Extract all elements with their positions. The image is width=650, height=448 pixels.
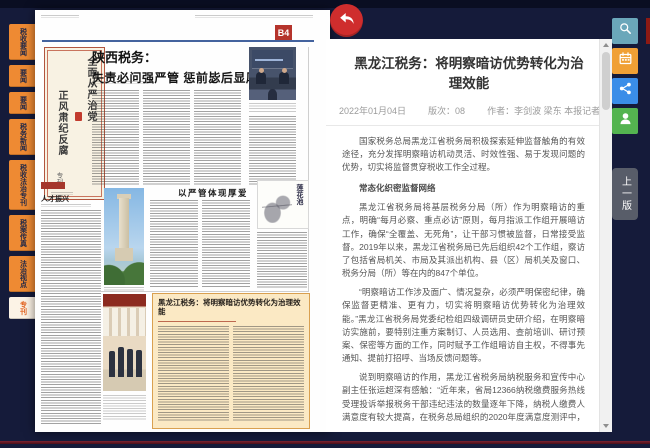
toolbar-rail: [612, 18, 638, 138]
exhibition-caption: [103, 395, 146, 421]
previous-page-button[interactable]: 上一版: [612, 168, 638, 220]
bottom-accent-line: [0, 441, 650, 444]
photo-screen-text: [255, 59, 283, 61]
tab-tax-case-fax[interactable]: 税案传真: [9, 215, 37, 251]
lotus-caption: 莲花池: [295, 184, 305, 205]
calendar-icon: [618, 51, 633, 71]
article-meta: 2022年01月04日 版次：08 作者：李剑波 梁东 本报记者 王刊: [339, 104, 612, 117]
scroll-down-arrow-icon[interactable]: [603, 424, 609, 428]
meta-divider: [326, 125, 599, 126]
lead-text-col-3: [194, 90, 241, 186]
lotus-artwork: [262, 189, 292, 223]
scroll-up-arrow-icon[interactable]: [603, 43, 609, 47]
masthead-microtext-left: [41, 15, 79, 18]
page-number-badge: B4: [275, 25, 292, 40]
monument-photo: [104, 188, 144, 285]
lead-article-byline: [92, 81, 154, 84]
exhibition-person-4: [136, 350, 142, 377]
tab-tax-news[interactable]: 税务新闻: [9, 119, 37, 155]
paragraph: 说到明察暗访的作用，黑龙江省税务局纳税服务和宣传中心副主任张运超深有感触：“近年…: [342, 371, 585, 422]
search-button[interactable]: [612, 18, 638, 44]
column-rule: [308, 47, 309, 292]
article-reader-panel: 黑龙江税务：将明察暗访优势转化为治理效能 2022年01月04日 版次：08 作…: [326, 39, 612, 432]
masthead-microtext-right: [195, 15, 313, 18]
highlighted-article-block[interactable]: 黑龙江税务：将明察暗访优势转化为治理效能: [152, 293, 310, 429]
top-band: [0, 0, 650, 8]
monument-column: [119, 198, 129, 250]
highlighted-article-title: 黑龙江税务：将明察暗访优势转化为治理效能: [158, 298, 304, 317]
highlighted-article-byline: [158, 321, 236, 324]
lead-text-col-2: [143, 90, 190, 186]
photo-caption: [249, 103, 296, 112]
tab-law-viewpoint[interactable]: 法治视点: [9, 256, 37, 292]
left-article-subline: [41, 204, 91, 207]
banner-seal: [75, 112, 82, 121]
right-text-col: [257, 232, 307, 288]
photo-person-foreground: [268, 89, 277, 100]
article-edition: 版次：08: [428, 104, 465, 117]
article-title: 黑龙江税务：将明察暗访优势转化为治理效能: [348, 54, 590, 95]
section-rule: [99, 291, 308, 292]
photo-person-left: [256, 72, 266, 84]
photo-person-right: [279, 72, 289, 84]
article-author: 作者：李剑波 梁东 本报记者 王刊: [487, 104, 612, 117]
lotus-ink-painting: 莲花池: [257, 180, 309, 229]
tab-tax-headlines[interactable]: 税收要闻: [9, 24, 37, 60]
share-button[interactable]: [612, 78, 638, 104]
exhibition-person-2: [118, 347, 124, 377]
exhibition-person-1: [109, 351, 115, 377]
monument-trees: [104, 259, 144, 285]
calendar-button[interactable]: [612, 48, 638, 74]
back-arrow-icon: [337, 9, 356, 33]
exhibition-photo: [103, 294, 146, 391]
exhibition-person-3: [127, 349, 133, 377]
article-date: 2022年01月04日: [339, 104, 406, 117]
tab-special-edition-active[interactable]: 专刊: [9, 297, 37, 319]
lead-text-col-1: [92, 90, 139, 186]
mid-text-col-1: [150, 200, 198, 288]
banner-line2: 正风肃纪反腐: [56, 90, 66, 156]
lead-text-col-4: [249, 116, 296, 186]
reader-scrollbar[interactable]: [599, 39, 612, 432]
newspaper-page: B4 全面从严治党 正风肃纪反腐 专刊 陕西税务： 失责必问强严管 惩前毖后显厚…: [35, 10, 330, 432]
masthead-rule: [42, 40, 314, 42]
search-icon: [618, 21, 633, 41]
section-subhead: 常态化织密监督网络: [342, 182, 585, 195]
share-icon: [618, 81, 633, 101]
scrollbar-thumb[interactable]: [602, 52, 610, 110]
left-article-text: [41, 210, 101, 426]
back-button[interactable]: [330, 4, 363, 37]
mid-article-subhead: 以严管体现厚爱: [161, 187, 265, 199]
press-desk-photo: [249, 47, 296, 100]
exhibition-panels: [103, 308, 146, 336]
paragraph: “明察暗访工作涉及面广、情况复杂，必须严明保密纪律，确保监督更精准、更有力，切实…: [342, 286, 585, 365]
tab-tax-law-special[interactable]: 税收法治专刊: [9, 160, 37, 210]
mid-text-col-2: [202, 200, 250, 288]
user-button[interactable]: [612, 108, 638, 134]
epaper-viewer: 税收要闻 要闻 要闻 税务新闻 税收法治专刊 税案传真 法治视点 专刊 B4 全…: [0, 0, 650, 448]
user-icon: [618, 111, 633, 131]
edge-red-sliver: [646, 18, 650, 44]
tab-headlines-2[interactable]: 要闻: [9, 92, 37, 114]
tab-headlines-1[interactable]: 要闻: [9, 65, 37, 87]
paragraph: 国家税务总局黑龙江省税务局积极探索延伸监督触角的有效途径，充分发挥明察暗访机动灵…: [342, 135, 585, 175]
paragraph: 黑龙江省税务局将基层税务分局（所）作为明察暗访的重点，明确“每月必察、重点必访”…: [342, 201, 585, 280]
highlighted-text-col-1: [158, 326, 229, 422]
article-body: 国家税务总局黑龙江省税务局积极探索延伸监督触角的有效途径，充分发挥明察暗访机动灵…: [342, 135, 585, 423]
column-label-red: [41, 182, 65, 189]
highlighted-text-col-2: [233, 326, 304, 422]
left-article-headline: 人才振兴: [41, 194, 99, 204]
section-tab-list: 税收要闻 要闻 要闻 税务新闻 税收法治专刊 税案传真 法治视点 专刊: [8, 24, 38, 319]
